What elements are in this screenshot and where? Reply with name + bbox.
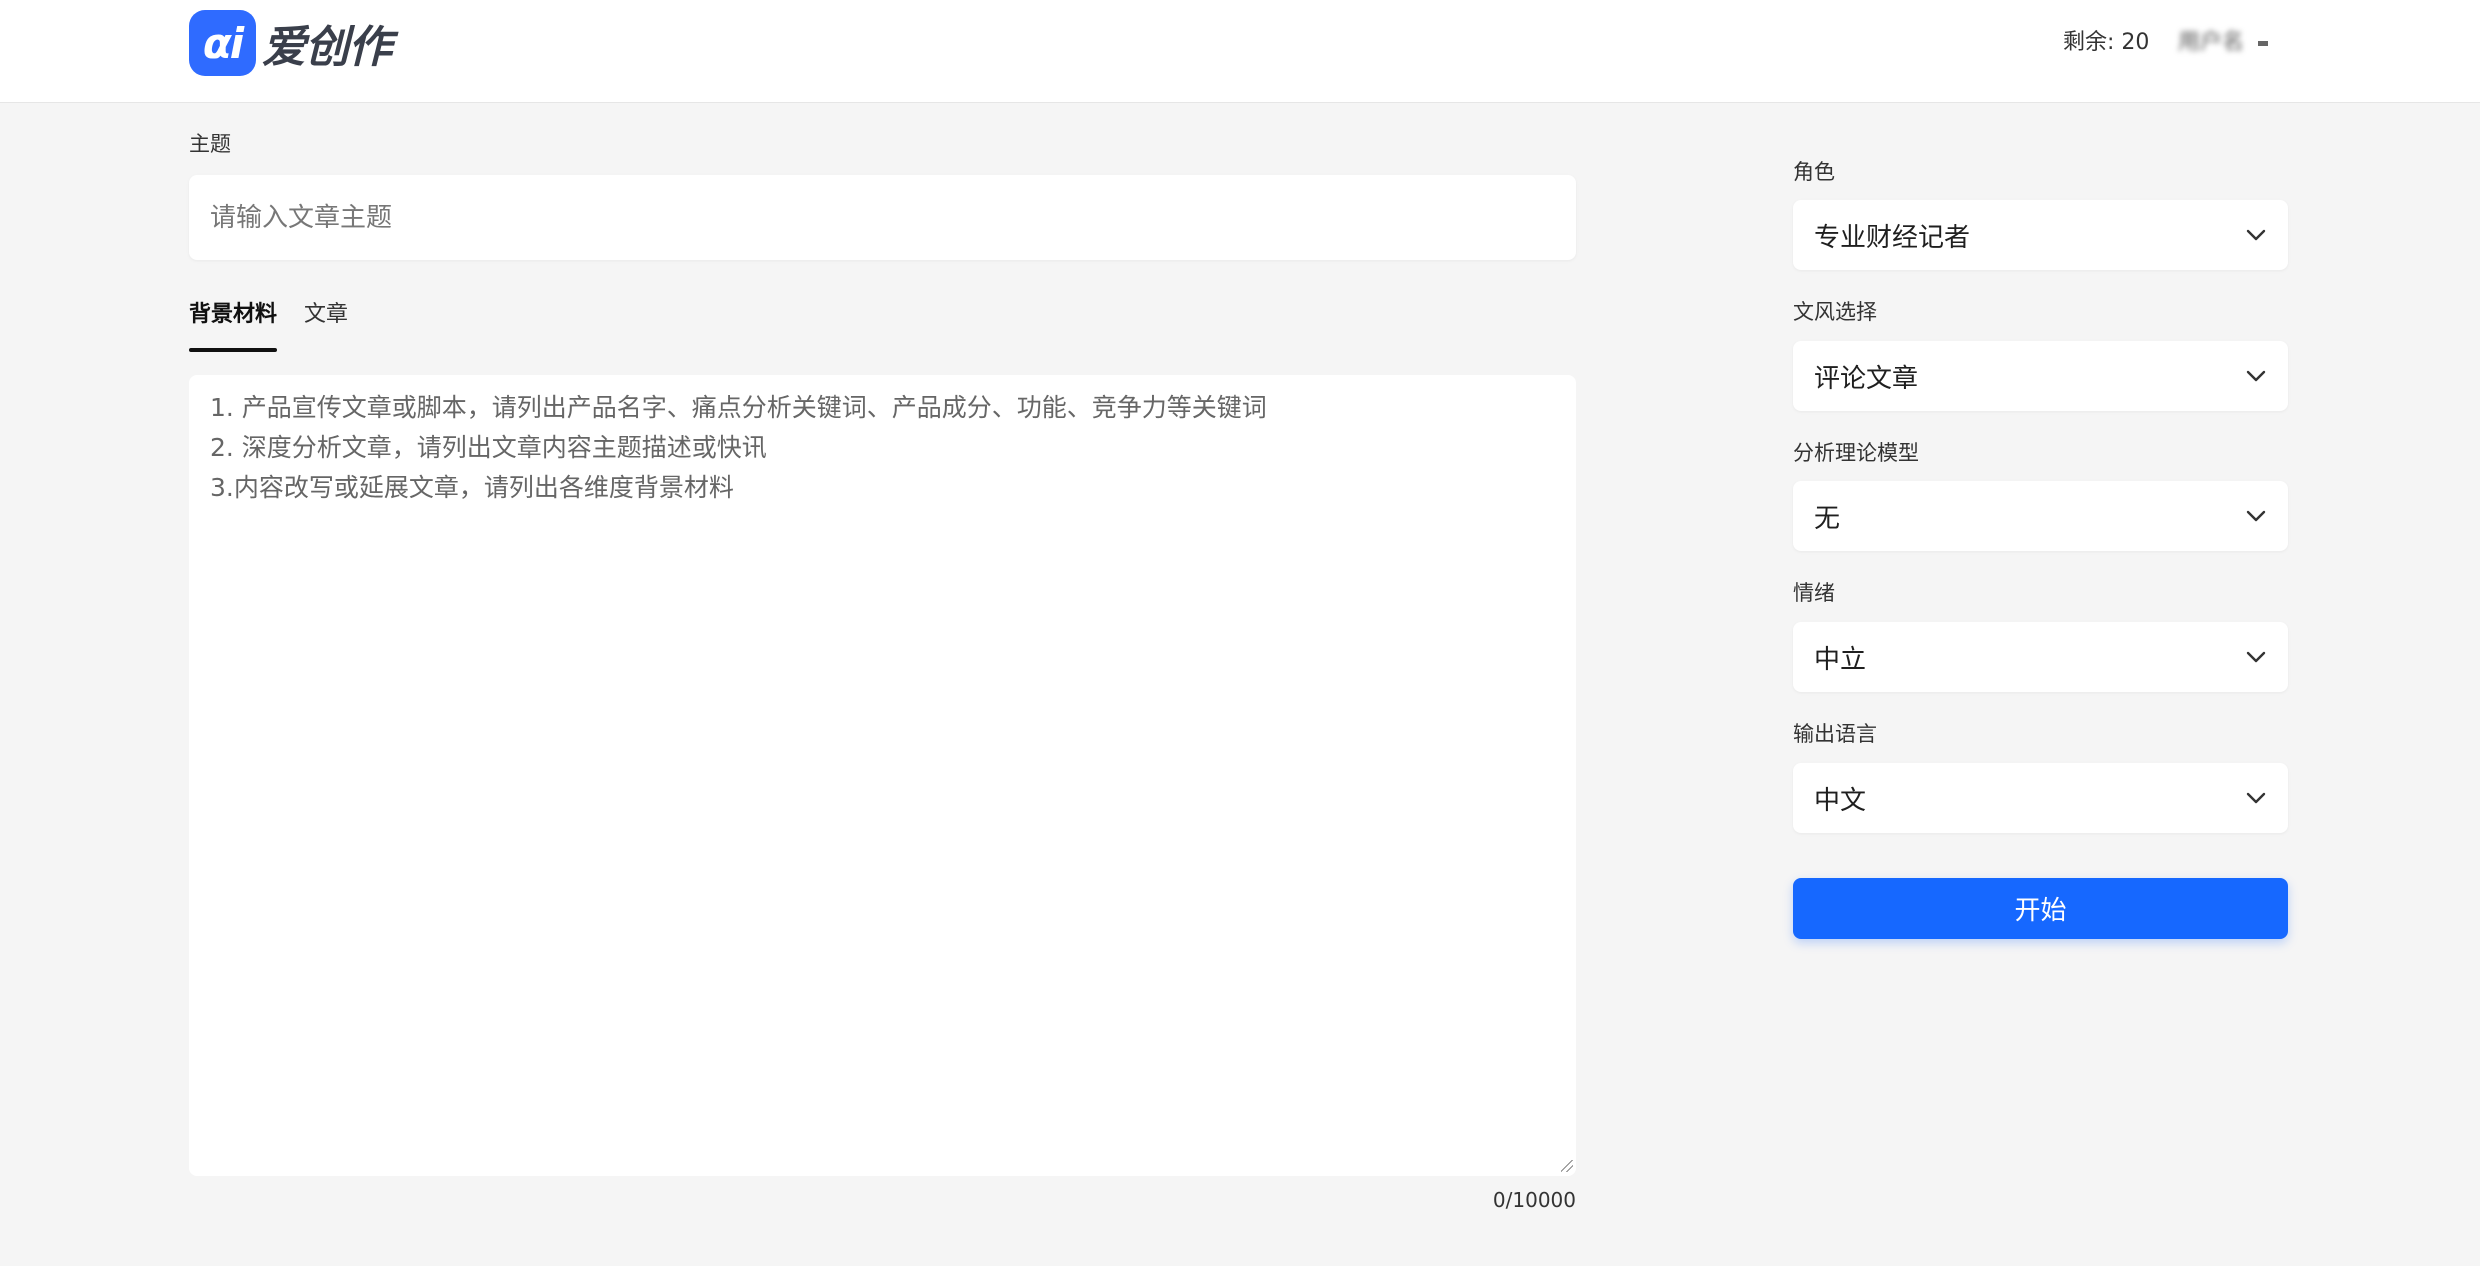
language-select[interactable]: 中文: [1793, 763, 2288, 833]
language-label: 输出语言: [1793, 722, 1877, 746]
remaining-quota: 剩余: 20: [2063, 30, 2150, 55]
user-menu[interactable]: 用户名: [2178, 28, 2269, 58]
role-label: 角色: [1793, 160, 1835, 184]
model-select-value: 无: [1814, 503, 1841, 534]
chevron-down-icon: [2245, 505, 2267, 527]
style-label: 文风选择: [1793, 300, 1877, 324]
model-label: 分析理论模型: [1793, 441, 1919, 465]
chevron-down-icon: [2245, 365, 2267, 387]
style-select-value: 评论文章: [1814, 363, 1919, 394]
caret-down-icon: [2258, 40, 2269, 46]
model-select[interactable]: 无: [1793, 481, 2288, 551]
topic-label: 主题: [189, 132, 231, 156]
chevron-down-icon: [2245, 787, 2267, 809]
start-button[interactable]: 开始: [1793, 878, 2288, 939]
character-counter: 0/10000: [1492, 1188, 1576, 1212]
logo-mark: αi: [189, 10, 256, 76]
app-logo[interactable]: αi 爱创作: [189, 10, 392, 76]
logo-text: 爱创作: [262, 22, 392, 73]
emotion-select[interactable]: 中立: [1793, 622, 2288, 692]
content-tabs: 背景材料 文章: [189, 298, 348, 352]
emotion-select-value: 中立: [1814, 644, 1867, 675]
top-header: αi 爱创作 剩余: 20 用户名: [0, 0, 2480, 103]
role-select-value: 专业财经记者: [1814, 222, 1971, 253]
topic-input[interactable]: [189, 175, 1576, 260]
emotion-label: 情绪: [1793, 581, 1835, 605]
user-name: 用户名: [2178, 30, 2245, 55]
style-select[interactable]: 评论文章: [1793, 341, 2288, 411]
role-select[interactable]: 专业财经记者: [1793, 200, 2288, 270]
chevron-down-icon: [2245, 224, 2267, 246]
language-select-value: 中文: [1814, 785, 1867, 816]
background-material-textarea[interactable]: [189, 375, 1576, 1176]
resize-handle-icon[interactable]: [1561, 1160, 1573, 1172]
tab-article[interactable]: 文章: [304, 298, 348, 348]
chevron-down-icon: [2245, 646, 2267, 668]
tab-background-material[interactable]: 背景材料: [189, 298, 278, 352]
